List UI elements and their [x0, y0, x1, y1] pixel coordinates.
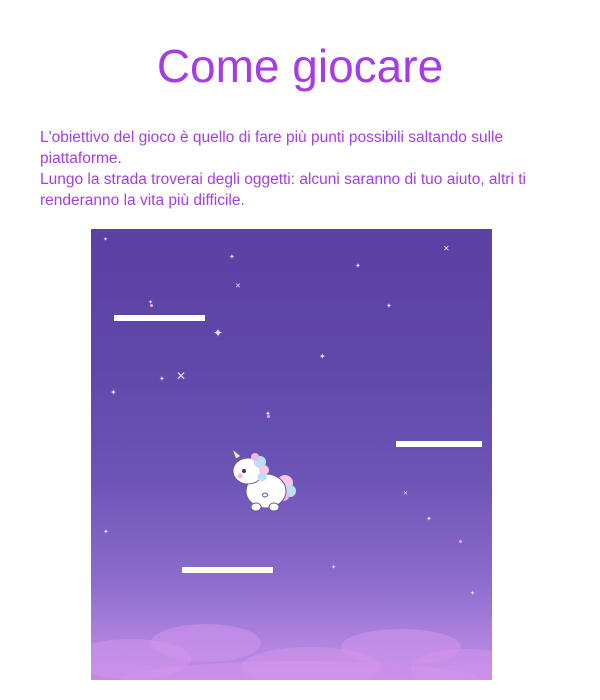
star-dot: [459, 540, 462, 543]
instructions-text: L'obiettivo del gioco è quello di fare p…: [40, 127, 560, 211]
platform: [114, 315, 205, 321]
platform: [182, 567, 273, 573]
star-icon: ✦: [355, 262, 361, 270]
star-icon: ✦: [229, 253, 235, 261]
star-dot: [150, 304, 153, 307]
cloud: [151, 624, 261, 662]
game-preview: ✦ ✦ ✕ ✦ ✕ ✦ ✦ ✦ ✦ ✕ ✦ ✦ ✦ ✕ ✦ ✦ ✦ ✦: [91, 229, 492, 680]
star-icon: ✦: [319, 352, 326, 361]
star-icon: ✕: [176, 369, 187, 383]
star-icon: ✦: [426, 515, 432, 523]
star-icon: ✦: [213, 326, 224, 340]
instruction-goal: L'obiettivo del gioco è quello di fare p…: [40, 129, 504, 167]
star-icon: ✦: [110, 388, 117, 397]
star-icon: ✦: [103, 528, 109, 536]
star-icon: ✦: [103, 236, 109, 243]
star-icon: ✦: [470, 590, 476, 597]
star-icon: ✦: [386, 302, 392, 310]
star-icon: ✦: [159, 375, 165, 383]
star-dot: [267, 415, 270, 418]
how-to-play-page: Come giocare L'obiettivo del gioco è que…: [0, 0, 600, 700]
page-title: Come giocare: [156, 40, 444, 92]
unicorn-player-icon: [231, 447, 296, 512]
star-icon: ✕: [443, 244, 450, 253]
star-icon: ✕: [403, 490, 409, 497]
platform: [396, 441, 482, 447]
star-icon: ✦: [331, 564, 337, 571]
instruction-items: Lungo la strada troverai degli oggetti: …: [40, 171, 526, 209]
star-icon: ✕: [235, 282, 241, 290]
